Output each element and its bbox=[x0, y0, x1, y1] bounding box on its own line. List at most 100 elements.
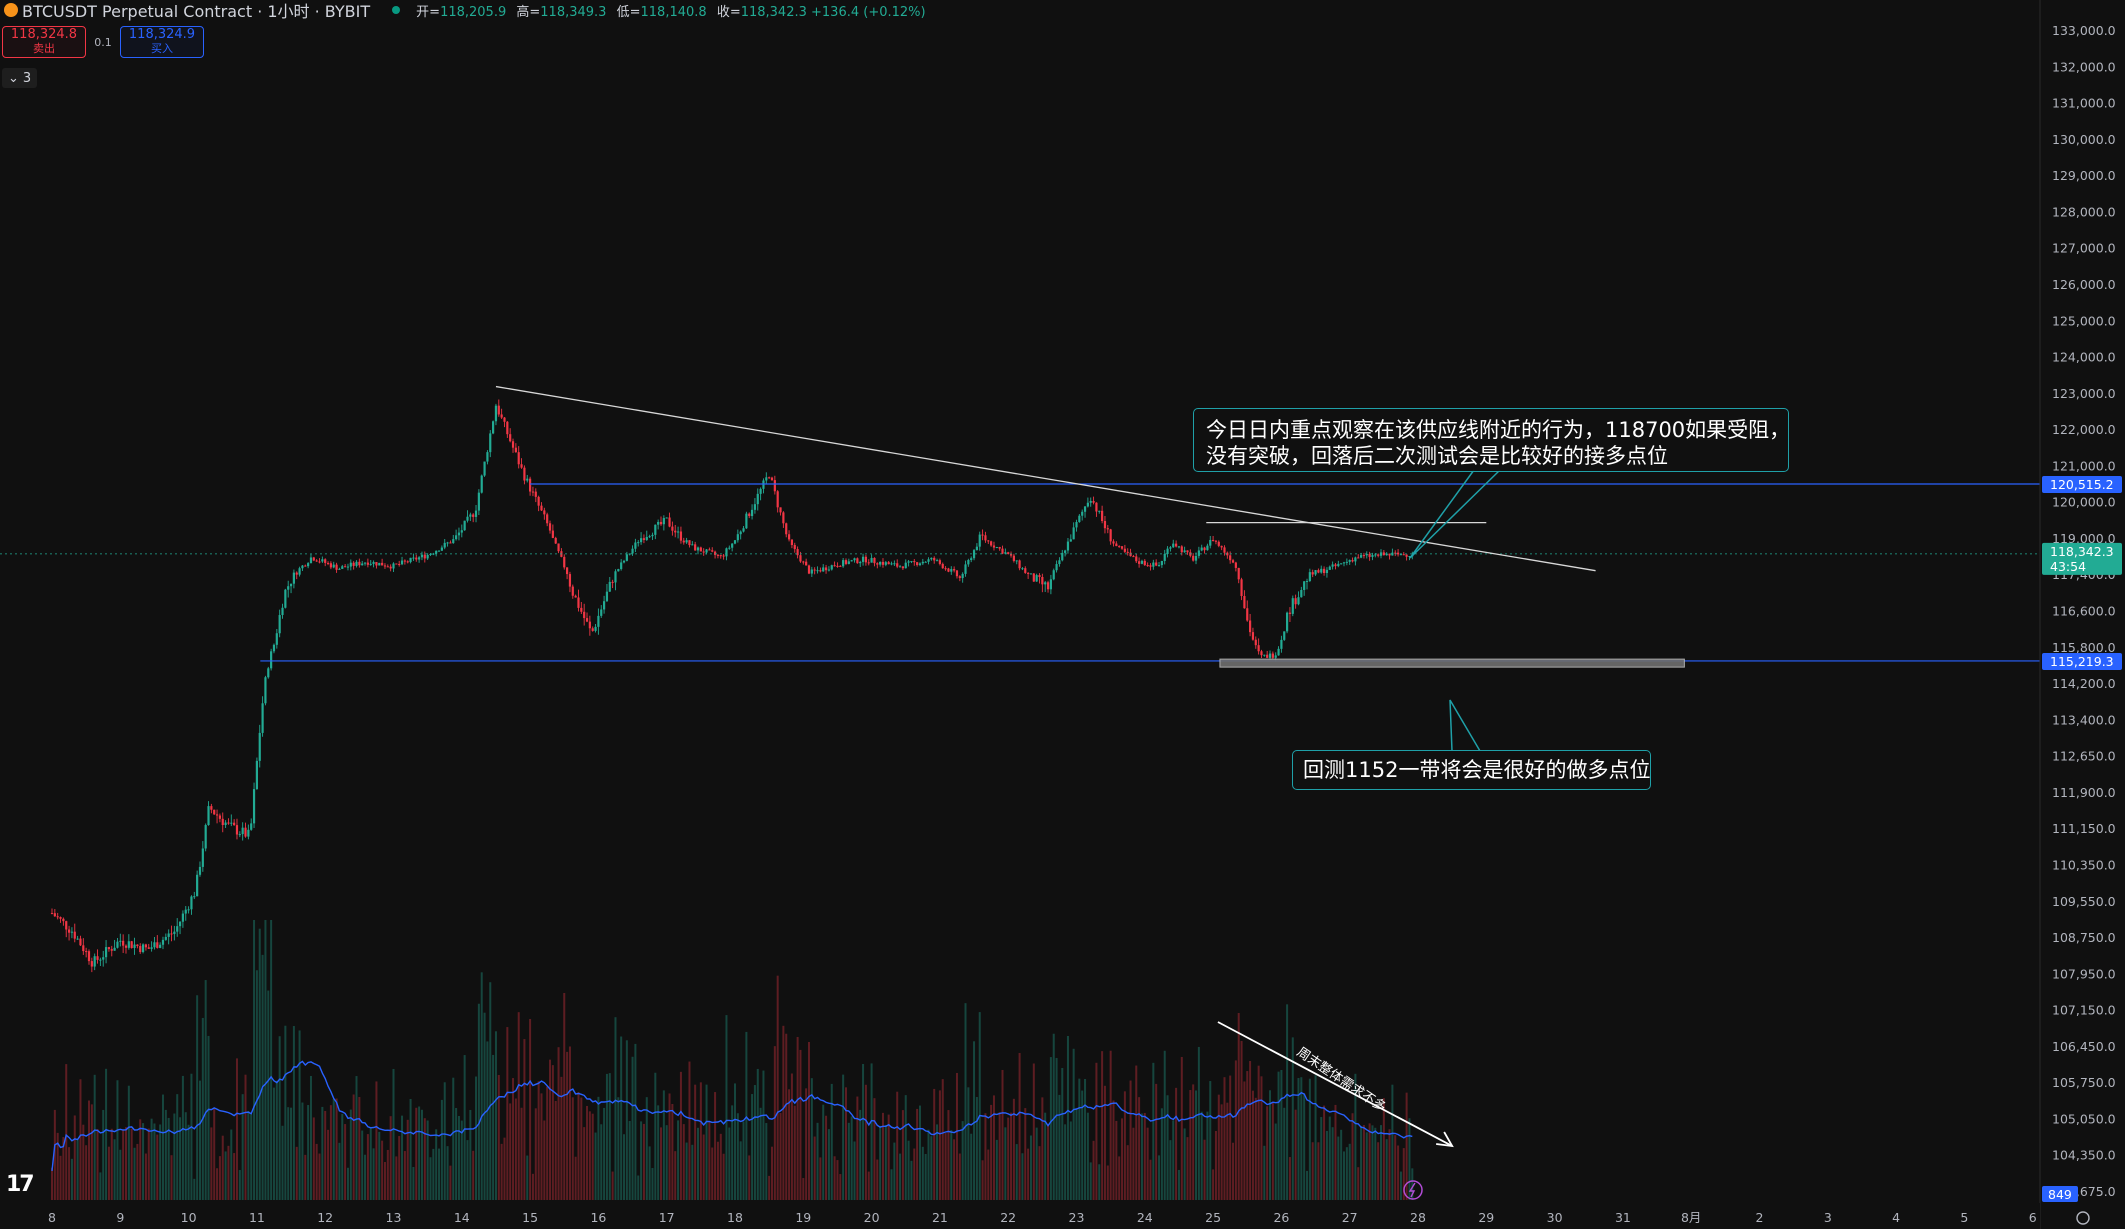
candle-body bbox=[870, 557, 873, 563]
buy-button[interactable]: 118,324.9 买入 bbox=[120, 26, 204, 58]
volume-bar bbox=[1149, 1159, 1152, 1200]
volume-bar bbox=[1186, 1137, 1189, 1200]
volume-bar bbox=[1209, 1081, 1212, 1200]
candle-body bbox=[657, 521, 660, 525]
volume-bar bbox=[1015, 1144, 1018, 1200]
indicators-toggle[interactable]: ⌄ 3 bbox=[2, 68, 38, 88]
candle-body bbox=[748, 513, 751, 517]
candle-body bbox=[443, 542, 446, 548]
volume-bar bbox=[1098, 1164, 1101, 1200]
candle-body bbox=[73, 931, 76, 939]
candle-body bbox=[187, 909, 190, 911]
symbol-title[interactable]: BTCUSDT Perpetual Contract · 1小时 · BYBIT bbox=[22, 0, 370, 22]
candle-body bbox=[1271, 653, 1274, 658]
volume-bar bbox=[443, 1082, 446, 1200]
volume-bar bbox=[210, 1127, 213, 1200]
volume-bar bbox=[253, 920, 256, 1200]
price-chart[interactable]: 133,000.0 132,000.0 131,000.0 130,000.0 129,… bbox=[0, 0, 2125, 1229]
candle-body bbox=[1291, 598, 1294, 614]
volume-bar bbox=[1118, 1156, 1121, 1200]
candle-body bbox=[136, 944, 139, 947]
candle-body bbox=[1345, 561, 1348, 563]
arrow-note: 周末整体需求不多 bbox=[1294, 1044, 1389, 1115]
candle-body bbox=[381, 562, 384, 566]
volume-bar bbox=[68, 1147, 71, 1200]
volume-bar bbox=[1092, 1140, 1095, 1200]
volume-bar bbox=[110, 1128, 113, 1200]
candle-body bbox=[654, 524, 657, 535]
time-tick-label: 18 bbox=[727, 1210, 743, 1225]
volume-bar bbox=[196, 995, 199, 1200]
volume-bar bbox=[967, 1087, 970, 1200]
volume-bar bbox=[1160, 1108, 1163, 1200]
candle-body bbox=[198, 866, 202, 875]
volume-bar bbox=[714, 1092, 717, 1200]
volume-bar bbox=[987, 1149, 990, 1200]
candle-body bbox=[1098, 510, 1101, 512]
volume-bar bbox=[327, 1129, 330, 1200]
sell-button[interactable]: 118,324.8 卖出 bbox=[2, 26, 86, 58]
price-tick-label: 130,000.0 bbox=[2052, 132, 2116, 147]
candle-body bbox=[990, 541, 993, 546]
volume-bar bbox=[990, 1104, 993, 1200]
candle-body bbox=[1368, 553, 1371, 557]
volume-bar bbox=[369, 1128, 372, 1200]
volume-bar bbox=[335, 1098, 338, 1200]
resistance-price-tag: 120,515.2 bbox=[2042, 475, 2122, 493]
volume-bar bbox=[472, 1150, 475, 1200]
volume-bar bbox=[873, 1098, 876, 1200]
candle-body bbox=[1396, 552, 1400, 555]
volume-value-text: 849 bbox=[2048, 1187, 2072, 1202]
volume-bar bbox=[640, 1121, 643, 1200]
volume-bar bbox=[218, 1156, 221, 1200]
volume-bar bbox=[1044, 1112, 1047, 1200]
candle-body bbox=[415, 557, 418, 560]
candle-body bbox=[275, 633, 278, 645]
volume-bar bbox=[500, 1143, 503, 1200]
top-callout[interactable]: 今日日内重点观察在该供应线附近的行为，118700如果受阻， 没有突破，回落后二… bbox=[1193, 408, 1790, 472]
volume-bar bbox=[403, 1151, 406, 1200]
candle-body bbox=[1007, 552, 1010, 554]
volume-bar bbox=[1380, 1125, 1383, 1200]
volume-bar bbox=[503, 1137, 506, 1200]
candle-body bbox=[1285, 612, 1289, 632]
bottom-callout[interactable]: 回测1152一带将会是很好的做多点位 bbox=[1292, 750, 1651, 790]
volume-bar bbox=[1152, 1062, 1155, 1200]
volume-bar bbox=[685, 1142, 688, 1200]
volume-bar bbox=[1203, 1139, 1206, 1200]
tradingview-logo[interactable]: 17 bbox=[6, 1172, 35, 1197]
candle-body bbox=[1081, 511, 1084, 516]
candle-body bbox=[1149, 565, 1152, 567]
volume-bar bbox=[1288, 1157, 1291, 1200]
candle-body bbox=[210, 806, 213, 810]
volume-bar bbox=[998, 1112, 1001, 1200]
candle-body bbox=[933, 557, 936, 561]
volume-bar bbox=[668, 1093, 671, 1200]
volume-bar bbox=[580, 1097, 583, 1200]
volume-bar bbox=[1217, 1094, 1220, 1200]
candle-body bbox=[1018, 560, 1021, 569]
candle-body bbox=[1402, 554, 1405, 556]
volume-bar bbox=[759, 1107, 762, 1200]
volume-bar bbox=[674, 1151, 677, 1200]
candle-body bbox=[1021, 568, 1024, 570]
candle-body bbox=[99, 959, 102, 961]
candle-body bbox=[409, 557, 412, 563]
volume-bar bbox=[887, 1114, 890, 1200]
candle-body bbox=[127, 941, 130, 948]
candle-body bbox=[975, 546, 978, 551]
candle-body bbox=[295, 572, 298, 575]
volume-bar bbox=[813, 1136, 816, 1200]
candle-body bbox=[349, 562, 352, 567]
volume-bar bbox=[711, 1147, 714, 1200]
candle-body bbox=[1186, 550, 1189, 553]
candle-body bbox=[452, 539, 455, 544]
volume-bar bbox=[517, 1012, 520, 1200]
candle-body bbox=[1172, 543, 1175, 548]
candle-body bbox=[170, 933, 173, 935]
candle-body bbox=[1132, 556, 1135, 558]
time-tick-label: 19 bbox=[795, 1210, 811, 1225]
volume-bar bbox=[1155, 1083, 1158, 1200]
time-tick-label: 2 bbox=[1756, 1210, 1764, 1225]
volume-bar bbox=[193, 1178, 196, 1200]
